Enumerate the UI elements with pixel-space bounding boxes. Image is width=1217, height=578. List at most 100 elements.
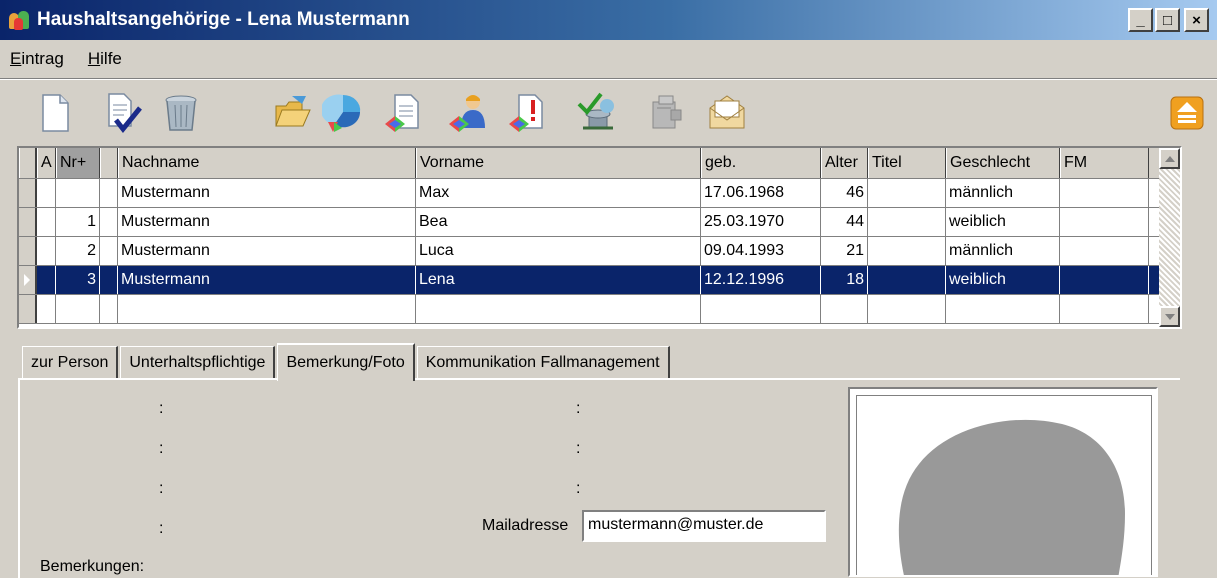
cell-vorname[interactable]: Luca [416,237,701,265]
machine-icon[interactable] [645,92,687,134]
cell-titel[interactable] [868,179,946,207]
cell-nachname[interactable]: Mustermann [118,179,416,207]
cell-alter[interactable]: 46 [821,179,868,207]
tab-bemerkung-foto[interactable]: Bemerkung/Foto [277,343,415,381]
cell-geschlecht[interactable]: weiblich [946,266,1060,294]
column-header-geschlecht[interactable]: Geschlecht [946,148,1060,178]
column-header-alter[interactable]: Alter [821,148,868,178]
cell-titel[interactable] [868,295,946,323]
cell-blank[interactable] [100,266,118,294]
cell-nachname[interactable] [118,295,416,323]
cell-geschlecht[interactable]: männlich [946,179,1060,207]
row-indicator[interactable] [19,179,37,207]
cell-alter[interactable]: 44 [821,208,868,236]
header-indicator [19,148,37,178]
cell-fm[interactable] [1060,266,1149,294]
envelope-icon[interactable] [706,92,748,134]
cell-alter[interactable]: 18 [821,266,868,294]
chevron-up-icon [1164,155,1175,162]
close-button[interactable]: × [1184,8,1209,32]
email-field[interactable]: mustermann@muster.de [582,510,826,542]
table-row-selected[interactable]: 3 Mustermann Lena 12.12.1996 18 weiblich [19,266,1159,295]
table-row[interactable]: Mustermann Max 17.06.1968 46 männlich [19,179,1159,208]
cell-a[interactable] [37,179,56,207]
scroll-up-button[interactable] [1159,148,1180,169]
cell-titel[interactable] [868,237,946,265]
cell-vorname[interactable]: Bea [416,208,701,236]
new-document-icon[interactable] [34,92,76,134]
trash-bin-icon[interactable] [160,92,202,134]
row-indicator[interactable] [19,208,37,236]
document-colors-icon[interactable] [383,92,425,134]
row-indicator[interactable] [19,295,37,323]
column-header-titel[interactable]: Titel [868,148,946,178]
scroll-down-button[interactable] [1159,306,1180,327]
cell-geb[interactable]: 09.04.1993 [701,237,821,265]
cell-fm[interactable] [1060,295,1149,323]
scroll-up-icon[interactable] [1170,96,1204,130]
cell-blank[interactable] [100,208,118,236]
open-folder-icon[interactable] [272,92,314,134]
cell-nachname[interactable]: Mustermann [118,237,416,265]
cell-vorname[interactable] [416,295,701,323]
person-colors-icon[interactable] [447,92,489,134]
cell-blank[interactable] [100,237,118,265]
cell-nr[interactable] [56,295,100,323]
table-row[interactable]: 1 Mustermann Bea 25.03.1970 44 weiblich [19,208,1159,237]
cell-fm[interactable] [1060,179,1149,207]
cell-geb[interactable]: 25.03.1970 [701,208,821,236]
cell-alter[interactable]: 21 [821,237,868,265]
maximize-button[interactable]: □ [1155,8,1180,32]
photo-frame[interactable] [848,387,1158,577]
cell-nr[interactable]: 1 [56,208,100,236]
cell-geb[interactable]: 17.06.1968 [701,179,821,207]
grid-vertical-scrollbar[interactable] [1159,148,1180,327]
confirm-document-icon[interactable] [102,92,144,134]
cell-geb[interactable] [701,295,821,323]
tab-kommunikation-fallmanagement[interactable]: Kommunikation Fallmanagement [416,346,670,379]
cell-fm[interactable] [1060,237,1149,265]
cell-titel[interactable] [868,208,946,236]
cell-geschlecht[interactable] [946,295,1060,323]
document-alert-icon[interactable] [507,92,549,134]
network-check-icon[interactable] [577,92,619,134]
cell-nr[interactable] [56,179,100,207]
cell-nr[interactable]: 2 [56,237,100,265]
table-row-new[interactable] [19,295,1159,324]
column-header-vorname[interactable]: Vorname [416,148,701,178]
cell-nr[interactable]: 3 [56,266,100,294]
toolbar-separator [0,78,1217,80]
cell-geschlecht[interactable]: männlich [946,237,1060,265]
column-header-blank[interactable] [100,148,118,178]
menu-eintrag[interactable]: Eintrag [10,49,64,69]
cell-nachname[interactable]: Mustermann [118,266,416,294]
column-header-a[interactable]: A [37,148,56,178]
cell-fm[interactable] [1060,208,1149,236]
cell-blank[interactable] [100,179,118,207]
row-indicator[interactable] [19,237,37,265]
cell-titel[interactable] [868,266,946,294]
cell-vorname[interactable]: Max [416,179,701,207]
cell-blank[interactable] [100,295,118,323]
photo-area [856,395,1152,575]
minimize-button[interactable]: _ [1128,8,1153,32]
cell-nachname[interactable]: Mustermann [118,208,416,236]
tab-zur-person[interactable]: zur Person [22,346,119,379]
column-header-nr[interactable]: Nr+ [56,148,100,178]
column-header-geb[interactable]: geb. [701,148,821,178]
column-header-fm[interactable]: FM [1060,148,1149,178]
cell-a[interactable] [37,266,56,294]
cell-a[interactable] [37,237,56,265]
cell-a[interactable] [37,208,56,236]
cell-vorname[interactable]: Lena [416,266,701,294]
column-header-nachname[interactable]: Nachname [118,148,416,178]
table-row[interactable]: 2 Mustermann Luca 09.04.1993 21 männlich [19,237,1159,266]
cell-a[interactable] [37,295,56,323]
cell-alter[interactable] [821,295,868,323]
row-indicator-current[interactable] [19,266,37,294]
pie-chart-icon[interactable] [320,92,364,134]
menu-hilfe[interactable]: Hilfe [88,49,122,69]
cell-geschlecht[interactable]: weiblich [946,208,1060,236]
cell-geb[interactable]: 12.12.1996 [701,266,821,294]
tab-unterhaltspflichtige[interactable]: Unterhaltspflichtige [120,346,276,379]
